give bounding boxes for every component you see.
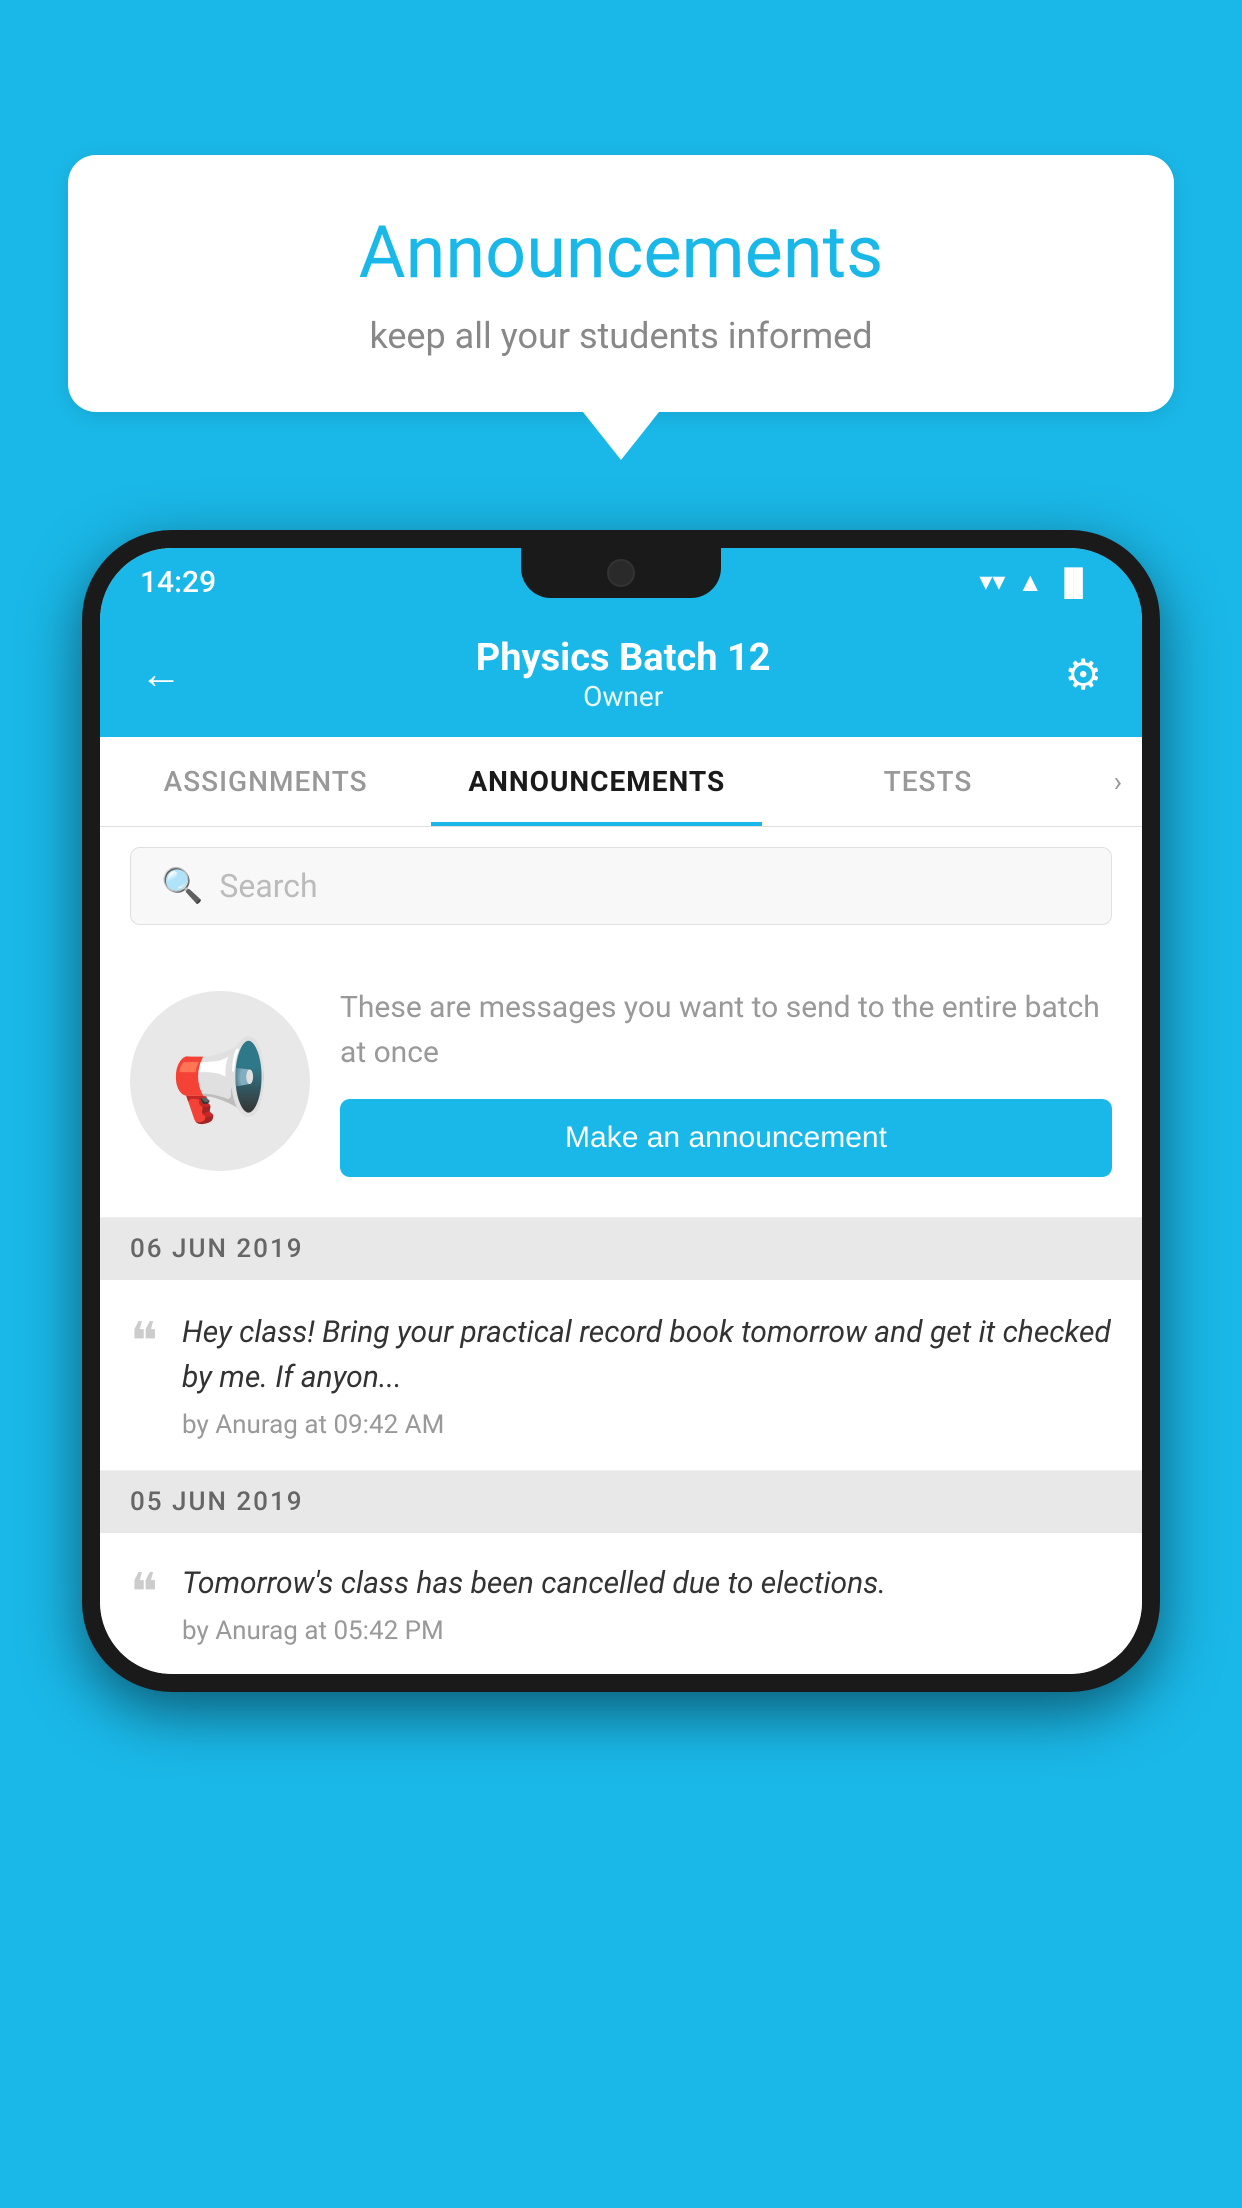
quote-icon-2: ❝: [130, 1567, 158, 1619]
search-placeholder: Search: [219, 867, 317, 905]
announcement-message-2: Tomorrow's class has been cancelled due …: [182, 1561, 1112, 1606]
back-button[interactable]: ←: [140, 650, 182, 699]
tab-tests[interactable]: TESTS: [762, 737, 1093, 826]
make-announcement-button[interactable]: Make an announcement: [340, 1099, 1112, 1177]
header-subtitle: Owner: [476, 680, 771, 713]
tab-assignments[interactable]: ASSIGNMENTS: [100, 737, 431, 826]
phone-camera: [607, 559, 635, 587]
header-title: Physics Batch 12: [476, 636, 771, 680]
speech-bubble-tail: [583, 412, 659, 460]
announcement-content-2: Tomorrow's class has been cancelled due …: [182, 1561, 1112, 1646]
date-text-1: 06 JUN 2019: [130, 1234, 304, 1264]
announcement-item-2[interactable]: ❝ Tomorrow's class has been cancelled du…: [100, 1533, 1142, 1674]
status-icons: ▾▾ ▲ ▐▌: [979, 567, 1092, 598]
phone-outer: 14:29 ▾▾ ▲ ▐▌ ← Physics Batch 12 Owner ⚙: [82, 530, 1160, 1692]
signal-icon: ▲: [1017, 567, 1043, 598]
date-separator-2: 05 JUN 2019: [100, 1471, 1142, 1533]
status-time: 14:29: [140, 565, 216, 600]
header-center: Physics Batch 12 Owner: [476, 636, 771, 713]
announcement-description: These are messages you want to send to t…: [340, 985, 1112, 1075]
search-container: 🔍 Search: [100, 827, 1142, 945]
announcement-right: These are messages you want to send to t…: [340, 985, 1112, 1177]
tab-more[interactable]: ›: [1094, 737, 1142, 826]
tabs-bar: ASSIGNMENTS ANNOUNCEMENTS TESTS ›: [100, 737, 1142, 827]
speech-bubble-subtitle: keep all your students informed: [128, 315, 1114, 357]
speech-bubble: Announcements keep all your students inf…: [68, 155, 1174, 412]
announcement-message-1: Hey class! Bring your practical record b…: [182, 1310, 1112, 1400]
wifi-icon: ▾▾: [979, 567, 1005, 597]
search-icon: 🔍: [161, 866, 203, 906]
megaphone-circle: 📢: [130, 991, 310, 1171]
announcement-meta-2: by Anurag at 05:42 PM: [182, 1616, 1112, 1646]
announcement-meta-1: by Anurag at 09:42 AM: [182, 1410, 1112, 1440]
phone-notch: [521, 548, 721, 598]
tab-announcements[interactable]: ANNOUNCEMENTS: [431, 737, 762, 826]
date-separator-1: 06 JUN 2019: [100, 1218, 1142, 1280]
announcement-content-1: Hey class! Bring your practical record b…: [182, 1310, 1112, 1440]
quote-icon-1: ❝: [130, 1316, 158, 1368]
phone-mockup: 14:29 ▾▾ ▲ ▐▌ ← Physics Batch 12 Owner ⚙: [82, 530, 1160, 1692]
search-bar[interactable]: 🔍 Search: [130, 847, 1112, 925]
speech-bubble-wrapper: Announcements keep all your students inf…: [68, 155, 1174, 460]
battery-icon: ▐▌: [1055, 567, 1092, 598]
phone-screen: 14:29 ▾▾ ▲ ▐▌ ← Physics Batch 12 Owner ⚙: [100, 548, 1142, 1674]
speech-bubble-title: Announcements: [128, 210, 1114, 295]
app-header: ← Physics Batch 12 Owner ⚙: [100, 616, 1142, 737]
announcement-item-1[interactable]: ❝ Hey class! Bring your practical record…: [100, 1280, 1142, 1471]
gear-icon[interactable]: ⚙: [1064, 650, 1102, 700]
megaphone-icon: 📢: [170, 1034, 270, 1128]
date-text-2: 05 JUN 2019: [130, 1487, 304, 1517]
announcement-placeholder: 📢 These are messages you want to send to…: [100, 945, 1142, 1218]
